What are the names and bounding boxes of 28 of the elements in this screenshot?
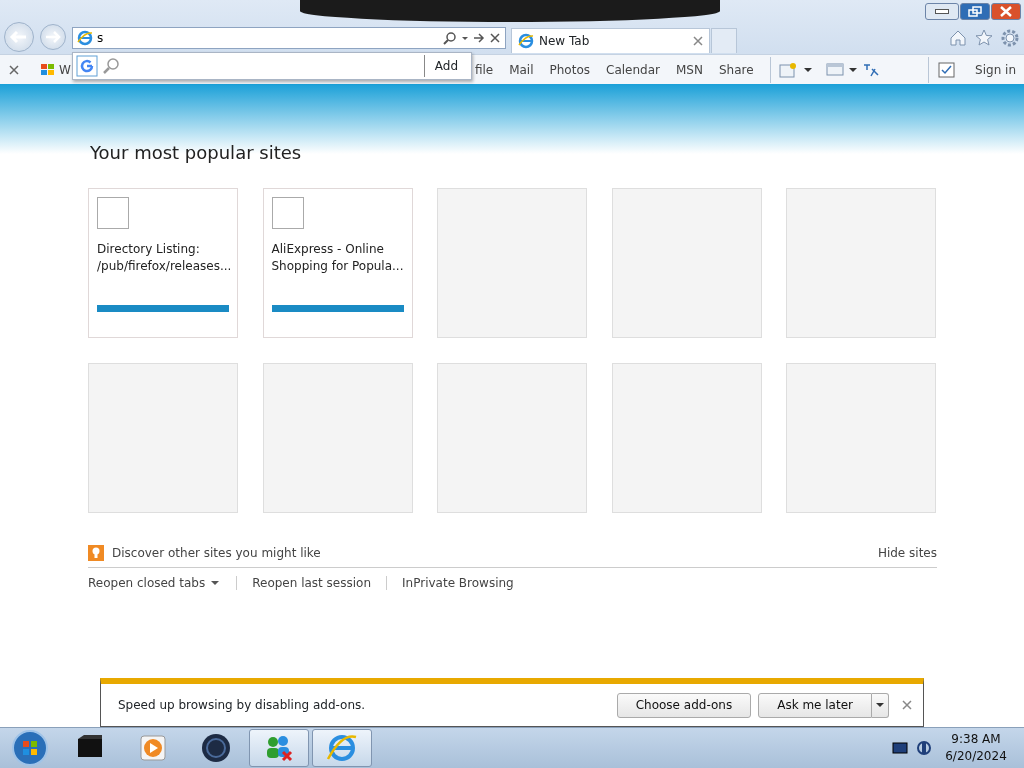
clock-date: 6/20/2024 xyxy=(945,748,1007,765)
page-link[interactable]: InPrivate Browsing xyxy=(402,574,514,592)
favorites-link[interactable]: W xyxy=(32,60,71,79)
favorites-link[interactable]: MSN xyxy=(668,60,711,79)
discover-link[interactable]: Discover other sites you might like xyxy=(112,543,321,562)
address-bar[interactable]: s xyxy=(72,27,506,49)
sign-in-link[interactable]: Sign in xyxy=(967,60,1024,79)
page-link[interactable]: Reopen closed tabs xyxy=(88,574,222,592)
notification-message: Speed up browsing by disabling add-ons. xyxy=(118,697,366,714)
site-tile[interactable]: Directory Listing: /pub/firefox/releases... xyxy=(88,188,238,338)
favorites-link[interactable]: file xyxy=(474,60,502,79)
add-button[interactable]: Add xyxy=(423,55,468,77)
section-heading: Your most popular sites xyxy=(90,141,302,165)
site-title: Directory Listing: /pub/firefox/releases... xyxy=(97,241,229,275)
favorites-link[interactable]: Photos xyxy=(541,60,598,79)
favorites-label: W xyxy=(59,61,71,79)
favorites-link[interactable]: Mail xyxy=(501,60,542,79)
ask-me-later-button[interactable]: Ask me later xyxy=(758,692,872,718)
tab-title: New Tab xyxy=(539,33,591,50)
clock-time: 9:38 AM xyxy=(951,731,1001,748)
browser-tab[interactable]: New Tab xyxy=(511,28,710,53)
site-tile[interactable]: AliExpress - Online Shopping for Popula... xyxy=(262,188,413,338)
favorites-link[interactable]: Calendar xyxy=(598,60,668,79)
choose-addons-button[interactable]: Choose add-ons xyxy=(616,692,752,718)
site-title: AliExpress - Online Shopping for Popula... xyxy=(271,241,404,275)
hide-sites-link[interactable]: Hide sites xyxy=(877,543,937,562)
favorites-link[interactable]: Share xyxy=(710,60,762,79)
page-link[interactable]: Reopen last session xyxy=(252,574,372,592)
